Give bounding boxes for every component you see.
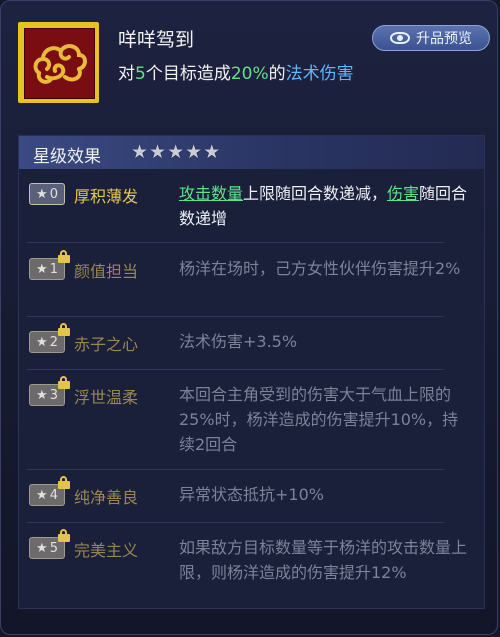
- damage-type: 法术伤害: [285, 64, 354, 84]
- star-level-number: 5: [49, 540, 58, 556]
- star-effect-description: 杨洋在场时，己方女性伙伴伤害提升2%: [179, 259, 461, 278]
- star-effect-name: 纯净善良: [74, 488, 139, 507]
- skill-tooltip-panel: 咩咩驾到 对5个目标造成20%的法术伤害 升品预览 星级效果 ★ ★ ★ ★ ★ ★ 0 厚…: [0, 0, 498, 635]
- star-icon: ★: [36, 261, 48, 277]
- star-icon: ★: [185, 141, 203, 163]
- lock-icon: [58, 529, 71, 542]
- star-effect-description: 攻击数量上限随回合数递减，伤害随回合数递增: [179, 181, 469, 231]
- star-icon: ★: [167, 141, 185, 163]
- star-effects-title: 星级效果: [33, 147, 101, 167]
- star-effect-name: 赤子之心: [74, 335, 139, 354]
- star-icon: ★: [36, 186, 48, 202]
- keyword-link[interactable]: 攻击数量: [179, 184, 243, 203]
- star-level-number: 1: [49, 261, 58, 277]
- auspicious-cloud-icon: [24, 28, 95, 99]
- star-level-badge: ★ 0: [29, 183, 65, 205]
- skill-description: 对5个目标造成20%的法术伤害: [118, 59, 354, 84]
- star-icon: ★: [149, 141, 167, 163]
- desc-prefix: 对: [118, 64, 135, 84]
- star-effects-section: 星级效果 ★ ★ ★ ★ ★ ★ 0 厚积薄发 攻击数量上限随回合数递减，伤害随回合数递增 ★ 1…: [18, 135, 485, 609]
- row-divider: [27, 316, 444, 317]
- star-effect-description: 异常状态抵抗+10%: [179, 485, 324, 504]
- star-effects-header: 星级效果 ★ ★ ★ ★ ★: [19, 136, 484, 169]
- lock-icon: [58, 323, 71, 336]
- star-effect-name: 浮世温柔: [74, 388, 139, 407]
- upgrade-preview-button[interactable]: 升品预览: [372, 25, 490, 51]
- star-effect-description: 如果敌方目标数量等于杨洋的攻击数量上限，则杨洋造成的伤害提升12%: [179, 538, 468, 582]
- star-level-number: 3: [49, 387, 58, 403]
- star-level-number: 2: [49, 334, 58, 350]
- lock-icon: [58, 476, 71, 489]
- star-effect-description: 法术伤害+3.5%: [179, 332, 298, 351]
- star-icon: ★: [36, 334, 48, 350]
- star-icon: ★: [203, 141, 221, 163]
- star-rating: ★ ★ ★ ★ ★: [131, 142, 220, 162]
- star-effect-name: 厚积薄发: [74, 187, 139, 206]
- row-divider: [27, 369, 444, 370]
- target-count: 5: [135, 64, 146, 84]
- star-icon: ★: [36, 487, 48, 503]
- star-icon: ★: [36, 387, 48, 403]
- star-effect-name: 完美主义: [74, 541, 139, 560]
- upgrade-preview-label: 升品预览: [416, 31, 472, 47]
- skill-title: 咩咩驾到: [118, 29, 195, 51]
- desc-of: 的: [268, 64, 286, 84]
- star-effect-description: 本回合主角受到的伤害大于气血上限的25%时，杨洋造成的伤害提升10%，持续2回合: [179, 385, 459, 454]
- star-effect-name: 颜值担当: [74, 262, 139, 281]
- star-icon: ★: [131, 141, 149, 163]
- description-text: 上限随回合数递减，: [243, 184, 388, 203]
- skill-icon-frame: [18, 22, 99, 103]
- row-divider: [27, 242, 444, 243]
- desc-mid: 个目标造成: [145, 64, 231, 84]
- lock-icon: [58, 250, 71, 263]
- damage-percent: 20%: [230, 64, 269, 84]
- star-level-number: 4: [49, 487, 58, 503]
- row-divider: [27, 522, 444, 523]
- eye-icon: [390, 32, 410, 44]
- star-level-number: 0: [49, 186, 58, 202]
- star-icon: ★: [36, 540, 48, 556]
- row-divider: [27, 469, 444, 470]
- keyword-link[interactable]: 伤害: [387, 184, 419, 203]
- lock-icon: [58, 376, 71, 389]
